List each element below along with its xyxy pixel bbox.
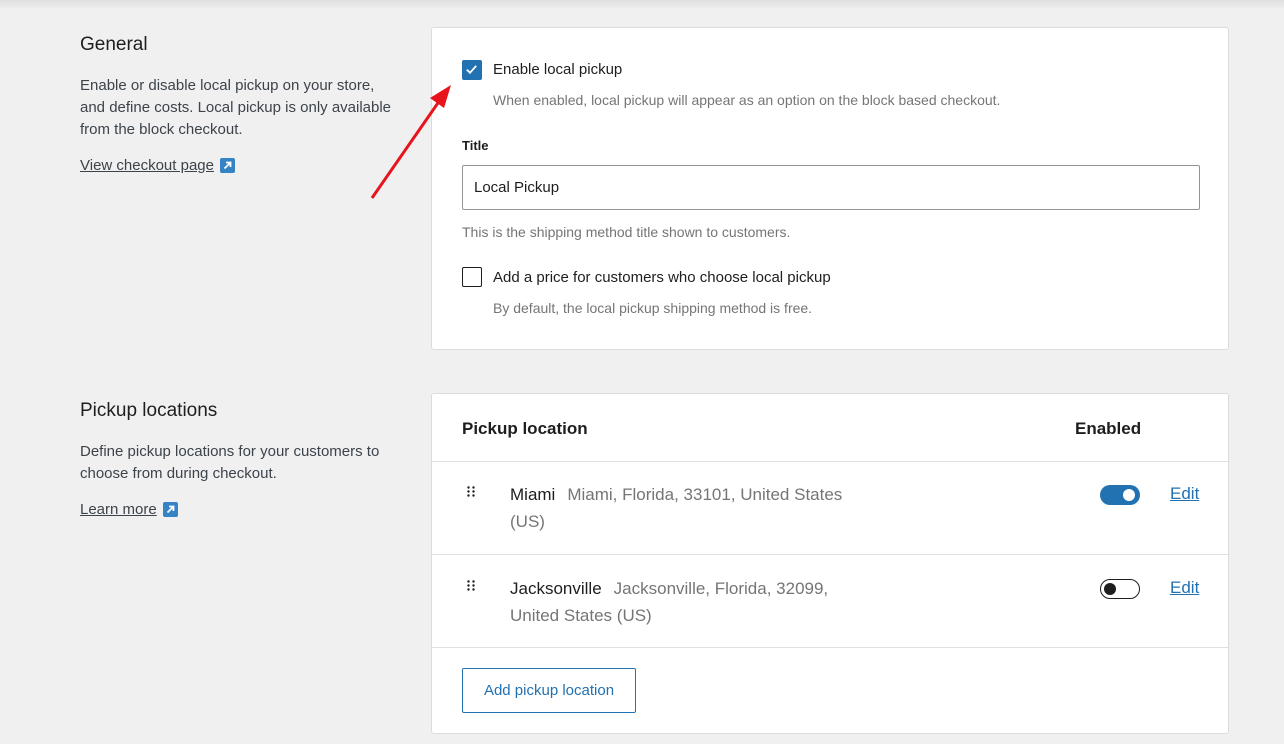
enable-local-pickup-checkbox[interactable] bbox=[462, 60, 482, 80]
location-cell: Miami Miami, Florida, 33101, United State… bbox=[510, 482, 870, 536]
toggle-knob bbox=[1104, 582, 1116, 595]
location-enabled-toggle[interactable] bbox=[1100, 579, 1140, 599]
local-pickup-settings-card: Enable local pickup When enabled, local … bbox=[431, 27, 1229, 350]
row-divider bbox=[432, 461, 1228, 462]
add-pickup-location-button[interactable]: Add pickup location bbox=[462, 668, 636, 713]
toggle-knob bbox=[1123, 489, 1135, 501]
view-checkout-page-link[interactable]: View checkout page bbox=[80, 157, 235, 174]
column-header-enabled: Enabled bbox=[1075, 419, 1142, 438]
view-checkout-page-label: View checkout page bbox=[80, 157, 214, 174]
edit-location-button[interactable]: Edit bbox=[1170, 578, 1199, 598]
drag-handle-icon[interactable] bbox=[467, 486, 475, 497]
pickup-locations-card: Pickup location Enabled Miami Miami, Flor… bbox=[431, 393, 1229, 734]
location-name: Jacksonville bbox=[510, 579, 602, 598]
add-price-help: By default, the local pickup shipping me… bbox=[493, 300, 813, 316]
general-description: Enable or disable local pickup on your s… bbox=[80, 77, 392, 138]
top-shadow bbox=[0, 0, 1284, 10]
title-field-help: This is the shipping method title shown … bbox=[462, 224, 791, 240]
pickup-description: Define pickup locations for your custome… bbox=[80, 443, 380, 482]
add-price-checkbox[interactable] bbox=[462, 267, 482, 287]
drag-handle-icon[interactable] bbox=[467, 580, 475, 591]
enable-local-pickup-label: Enable local pickup bbox=[493, 61, 623, 78]
title-input[interactable] bbox=[462, 165, 1200, 210]
add-price-label: Add a price for customers who choose loc… bbox=[493, 269, 831, 286]
external-link-icon bbox=[219, 158, 235, 173]
edit-location-button[interactable]: Edit bbox=[1170, 484, 1199, 504]
title-field-label: Title bbox=[462, 138, 489, 153]
row-divider bbox=[432, 647, 1228, 648]
location-name: Miami bbox=[510, 485, 556, 504]
learn-more-label: Learn more bbox=[80, 501, 157, 518]
checkmark-icon bbox=[466, 65, 477, 75]
row-divider bbox=[432, 554, 1228, 555]
annotation-arrow-icon bbox=[370, 85, 451, 199]
general-heading: General bbox=[80, 34, 148, 55]
pickup-heading: Pickup locations bbox=[80, 400, 218, 421]
external-link-icon bbox=[162, 502, 178, 517]
column-header-location: Pickup location bbox=[462, 419, 588, 438]
location-cell: Jacksonville Jacksonville, Florida, 32099… bbox=[510, 576, 870, 630]
pickup-section-intro: Pickup locations Define pickup locations… bbox=[80, 400, 400, 519]
learn-more-link[interactable]: Learn more bbox=[80, 501, 178, 518]
location-address: Miami, Florida, 33101, United States (US… bbox=[510, 485, 843, 531]
enable-local-pickup-help: When enabled, local pickup will appear a… bbox=[493, 92, 1001, 108]
general-section-intro: General Enable or disable local pickup o… bbox=[80, 34, 400, 175]
location-enabled-toggle[interactable] bbox=[1100, 485, 1140, 505]
